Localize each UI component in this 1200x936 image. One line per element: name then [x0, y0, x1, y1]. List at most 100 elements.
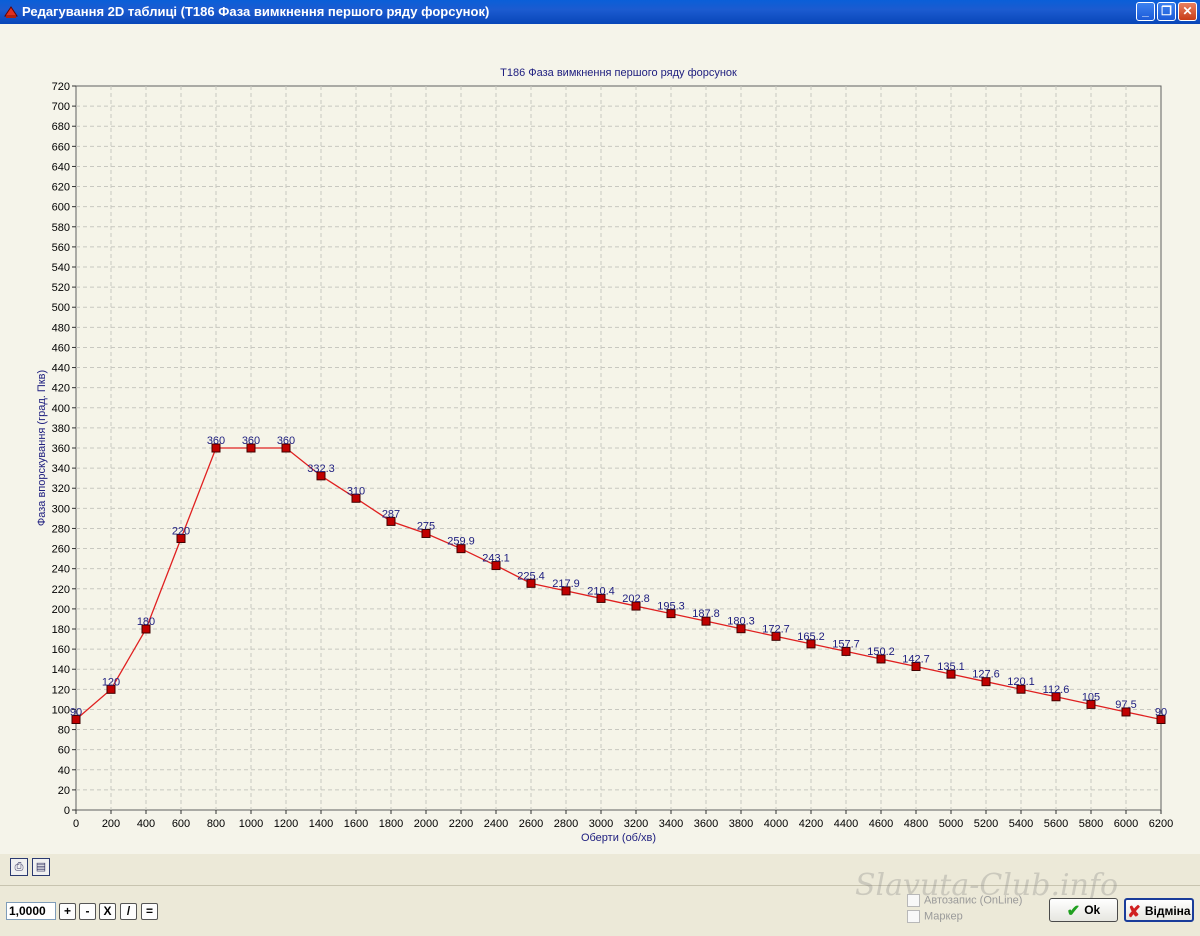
y-tick-label: 640	[52, 161, 70, 173]
marker-checkbox-box[interactable]	[907, 910, 920, 923]
restore-button[interactable]: ❐	[1157, 2, 1176, 21]
y-tick-label: 180	[52, 624, 70, 636]
app-icon	[4, 6, 18, 18]
y-tick-label: 600	[52, 202, 70, 214]
data-label: 287	[382, 508, 400, 520]
chart-panel[interactable]: 0 20 40 60 80 100 120 140 160 180 200 220 240 260 280 3…	[0, 24, 1200, 854]
y-tick-label: 580	[52, 222, 70, 234]
data-label: 259.9	[447, 536, 475, 548]
cancel-button[interactable]: ✘ Відміна	[1124, 898, 1194, 922]
y-tick-label: 200	[52, 604, 70, 616]
y-tick-label: 20	[58, 785, 70, 797]
y-tick-label: 380	[52, 423, 70, 435]
x-tick-label: 0	[73, 818, 79, 830]
y-tick-label: 400	[52, 403, 70, 415]
y-tick-label: 420	[52, 383, 70, 395]
table-view-button[interactable]: ▤	[32, 858, 50, 876]
y-tick-label: 260	[52, 544, 70, 556]
data-label: 112.6	[1043, 684, 1070, 696]
y-tick-label: 560	[52, 242, 70, 254]
y-tick-label: 160	[52, 644, 70, 656]
data-label: 90	[1155, 707, 1167, 719]
data-label: 157.7	[832, 638, 860, 650]
minimize-button[interactable]: _	[1136, 2, 1155, 21]
data-label: 332.3	[307, 463, 335, 475]
y-tick-label: 700	[52, 101, 70, 113]
autosave-checkbox[interactable]: Автозапис (OnLine)	[907, 894, 1022, 907]
data-label: 275	[417, 520, 435, 532]
x-tick-label: 2200	[449, 818, 473, 830]
cancel-label: Відміна	[1144, 904, 1191, 918]
window-title: Редагування 2D таблиці (T186 Фаза вимкне…	[22, 4, 490, 19]
data-label: 360	[242, 435, 260, 447]
ok-button[interactable]: ✔ Ok	[1049, 898, 1118, 922]
x-tick-label: 1400	[309, 818, 333, 830]
data-label: 135.1	[937, 661, 965, 673]
data-label: 105	[1082, 691, 1100, 703]
data-label: 360	[277, 435, 295, 447]
x-tick-label: 4600	[869, 818, 893, 830]
y-tick-label: 540	[52, 262, 70, 274]
x-tick-label: 3600	[694, 818, 718, 830]
data-label: 180.3	[727, 616, 755, 628]
x-tick-label: 3200	[624, 818, 648, 830]
equals-button[interactable]: =	[141, 903, 158, 920]
multiply-button[interactable]: X	[99, 903, 116, 920]
y-tick-label: 140	[52, 664, 70, 676]
y-tick-label: 300	[52, 503, 70, 515]
data-label: 202.8	[622, 593, 650, 605]
ok-label: Ok	[1084, 903, 1101, 917]
chart-title: T186 Фаза вимкнення першого ряду форсуно…	[500, 67, 737, 79]
data-label: 127.6	[972, 669, 1000, 681]
autosave-checkbox-box[interactable]	[907, 894, 920, 907]
data-label: 243.1	[482, 553, 510, 565]
x-tick-label: 1000	[239, 818, 263, 830]
x-tick-label: 800	[207, 818, 225, 830]
y-tick-label: 720	[52, 81, 70, 93]
x-tick-label: 5000	[939, 818, 963, 830]
table-icon: ▤	[35, 861, 47, 873]
y-tick-label: 500	[52, 302, 70, 314]
x-tick-label: 2800	[554, 818, 578, 830]
data-label: 150.2	[867, 646, 895, 658]
y-tick-label: 440	[52, 363, 70, 375]
data-label: 97.5	[1115, 699, 1136, 711]
y-tick-label: 360	[52, 443, 70, 455]
y-tick-label: 100	[52, 704, 70, 716]
x-tick-label: 4000	[764, 818, 788, 830]
y-tick-label: 660	[52, 141, 70, 153]
x-tick-label: 6000	[1114, 818, 1138, 830]
x-tick-label: 200	[102, 818, 120, 830]
y-tick-label: 680	[52, 121, 70, 133]
divide-button[interactable]: /	[120, 903, 137, 920]
marker-checkbox[interactable]: Маркер	[907, 910, 963, 923]
data-label: 120.1	[1007, 676, 1035, 688]
y-tick-label: 320	[52, 483, 70, 495]
y-tick-label: 240	[52, 564, 70, 576]
x-tick-label: 4400	[834, 818, 858, 830]
data-label: 90	[70, 707, 82, 719]
line-chart[interactable]: 0 20 40 60 80 100 120 140 160 180 200 220 240 260 280 3…	[0, 24, 1200, 854]
autosave-label: Автозапис (OnLine)	[924, 894, 1023, 907]
y-tick-label: 520	[52, 282, 70, 294]
y-tick-label: 60	[58, 745, 70, 757]
print-button[interactable]: ⎙	[10, 858, 28, 876]
x-tick-label: 5400	[1009, 818, 1033, 830]
close-button[interactable]: ✕	[1178, 2, 1197, 21]
cross-icon: ✘	[1127, 904, 1141, 921]
data-label: 225.4	[517, 570, 545, 582]
data-label: 310	[347, 485, 365, 497]
add-button[interactable]: +	[59, 903, 76, 920]
x-tick-label: 1200	[274, 818, 298, 830]
window-titlebar: Редагування 2D таблиці (T186 Фаза вимкне…	[0, 0, 1200, 24]
x-tick-label: 3400	[659, 818, 683, 830]
data-label: 172.7	[762, 623, 790, 635]
marker-label: Маркер	[924, 910, 963, 923]
x-tick-label: 3000	[589, 818, 613, 830]
y-tick-label: 220	[52, 584, 70, 596]
subtract-button[interactable]: -	[79, 903, 96, 920]
value-input[interactable]	[6, 902, 56, 920]
y-axis-label: Фаза впорскування (град. Пкв)	[36, 370, 48, 526]
x-tick-label: 600	[172, 818, 190, 830]
y-tick-label: 280	[52, 523, 70, 535]
